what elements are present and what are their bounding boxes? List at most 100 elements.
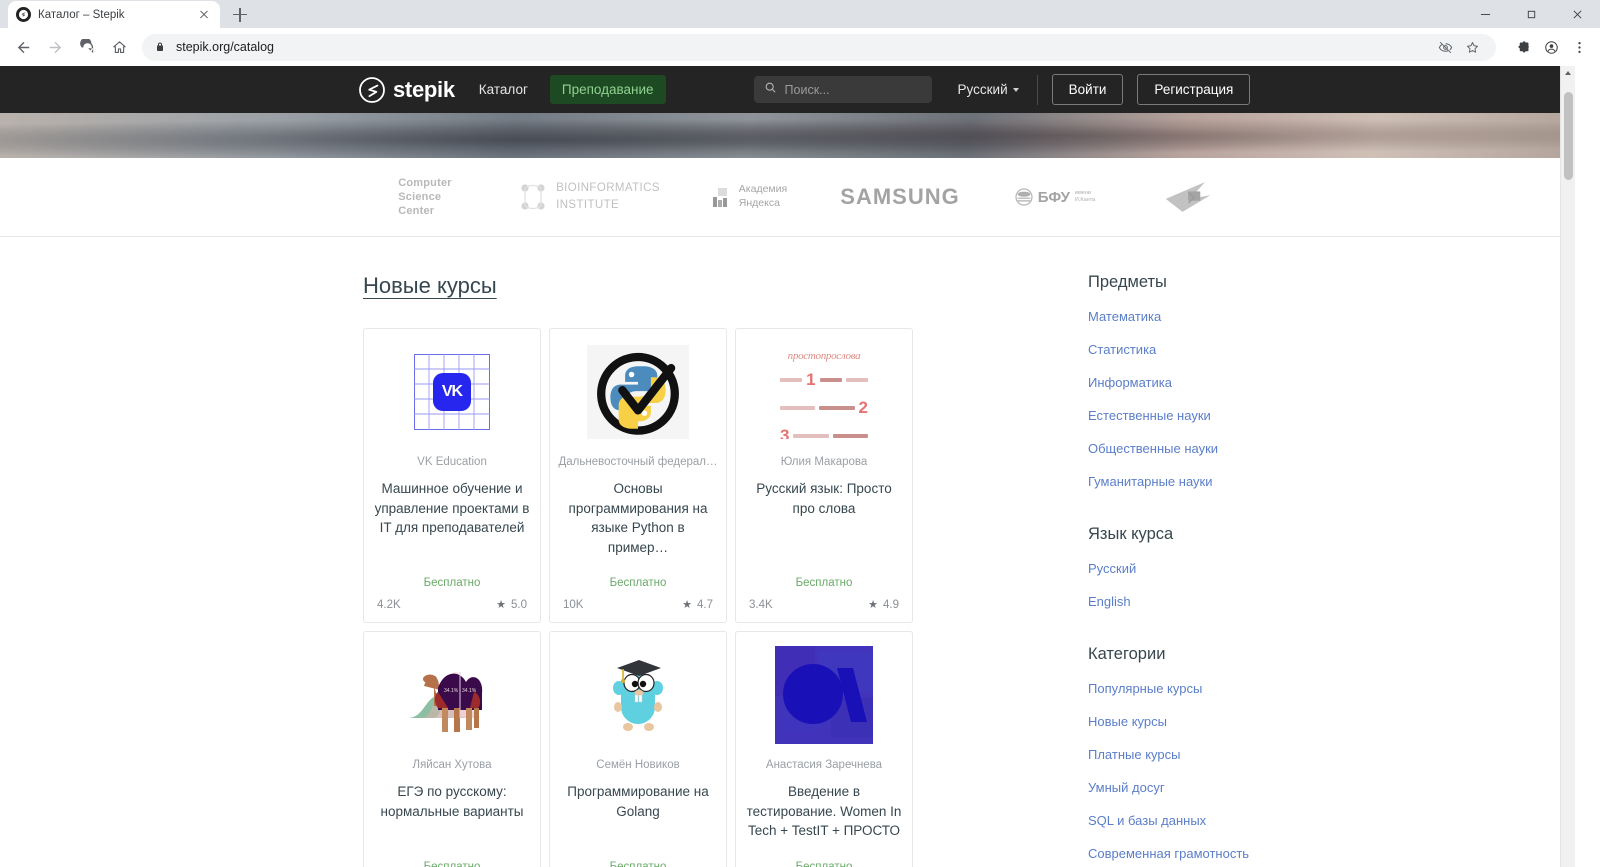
course-author: Анастасия Заречнева (765, 759, 883, 772)
qa-testing-thumbnail (775, 646, 873, 745)
sidebar-item-smart-leisure[interactable]: Умный досуг (1088, 780, 1378, 795)
course-learners: 3.4K (749, 598, 773, 611)
csc-line-2: Science (398, 190, 442, 203)
course-card[interactable]: Семён Новиков Программирование на Golang… (549, 631, 727, 867)
page-content: Новые курсы VK VK Education Машинное обу… (0, 237, 1560, 867)
course-card[interactable]: Дальневосточный федерал… Основы программ… (549, 328, 727, 624)
maximize-icon[interactable] (1508, 0, 1554, 28)
nav-teaching-button[interactable]: Преподавание (549, 75, 666, 104)
prostoproslova-thumbnail: простопрослова 1 2 3 (776, 345, 872, 439)
course-rating: ★ 5.0 (496, 598, 527, 612)
minimize-icon[interactable] (1462, 0, 1508, 28)
partner-next-arrow-icon[interactable] (1180, 186, 1202, 208)
sidebar-item-statistics[interactable]: Статистика (1088, 342, 1378, 357)
course-price: Бесплатно (609, 860, 667, 867)
page-viewport: stepik Каталог Преподавание Поиск... Рус… (0, 66, 1600, 867)
course-thumbnail: VK (374, 341, 530, 443)
language-label: Русский (957, 82, 1008, 97)
page-scrollbar[interactable] (1560, 66, 1575, 867)
address-bar-url: stepik.org/catalog (176, 40, 274, 54)
eye-slash-icon[interactable] (1438, 40, 1453, 55)
sidebar-item-informatics[interactable]: Информатика (1088, 375, 1378, 390)
browser-window: Каталог – Stepik stepik.org/catalog step… (0, 0, 1600, 867)
new-tab-button[interactable] (226, 0, 254, 28)
course-rating-value: 4.7 (697, 598, 713, 611)
partner-logo-samsung[interactable]: SAMSUNG (825, 184, 975, 210)
bfu-sub-2: И.Канта (1074, 197, 1096, 203)
sidebar-item-new-courses[interactable]: Новые курсы (1088, 714, 1378, 729)
course-card[interactable]: VK VK Education Машинное обучение и упра… (363, 328, 541, 624)
course-title: Программирование на Golang (567, 784, 709, 819)
tab-close-icon[interactable] (196, 7, 212, 23)
bfu-wordmark: БФУ (1037, 188, 1070, 206)
sidebar-heading-language: Язык курса (1088, 525, 1174, 543)
camel-distribution-thumbnail: 34.1% 34.1% (404, 652, 500, 738)
sidebar-item-lang-russian[interactable]: Русский (1088, 561, 1378, 576)
browser-tab[interactable]: Каталог – Stepik (8, 1, 220, 28)
sidebar-item-social-sciences[interactable]: Общественные науки (1088, 441, 1378, 456)
samsung-wordmark: SAMSUNG (840, 184, 960, 209)
sidebar-item-popular-courses[interactable]: Популярные курсы (1088, 681, 1378, 696)
bfu-emblem-icon (1015, 188, 1033, 206)
stepik-favicon-icon (16, 7, 31, 22)
sidebar-item-natural-sciences[interactable]: Естественные науки (1088, 408, 1378, 423)
partner-logo-csc[interactable]: Computer Science Center (345, 176, 505, 218)
close-icon[interactable] (1554, 0, 1600, 28)
sidebar-item-modern-literacy[interactable]: Современная грамотность (1088, 846, 1378, 861)
prostoproslova-script-text: простопрослова (787, 350, 861, 362)
scroll-up-arrow-icon[interactable] (1561, 66, 1575, 80)
bioinf-line-1: BIOINFORMATICS (556, 181, 660, 194)
chevron-down-icon (1012, 87, 1019, 92)
csc-line-3: Center (398, 205, 435, 218)
back-arrow-icon[interactable] (8, 32, 38, 62)
address-bar[interactable]: stepik.org/catalog (142, 33, 1496, 61)
sidebar-item-sql-databases[interactable]: SQL и базы данных (1088, 813, 1378, 828)
sidebar-heading-categories: Категории (1088, 645, 1166, 663)
page-title[interactable]: Новые курсы (363, 273, 497, 299)
yandex-line-2: Яндекса (738, 197, 780, 209)
stepik-logo[interactable]: stepik (359, 77, 455, 103)
course-price: Бесплатно (609, 577, 667, 590)
sidebar-item-humanities[interactable]: Гуманитарные науки (1088, 474, 1378, 489)
course-stats: 10K ★ 4.7 (550, 589, 726, 622)
course-price: Бесплатно (423, 860, 481, 867)
course-price: Бесплатно (423, 577, 481, 590)
bookmark-star-icon[interactable] (1465, 40, 1480, 55)
sidebar-item-math[interactable]: Математика (1088, 309, 1378, 324)
golang-gopher-thumbnail (599, 648, 677, 742)
forward-arrow-icon[interactable] (40, 32, 70, 62)
course-card[interactable]: простопрослова 1 2 3 Юлия Макарова Русск… (735, 328, 913, 624)
course-card[interactable]: Анастасия Заречнева Введение в тестирова… (735, 631, 913, 867)
star-icon: ★ (868, 599, 878, 612)
course-title: ЕГЭ по русскому: нормальные варианты (380, 784, 524, 819)
partner-logo-bioinformatics[interactable]: BIOINFORMATICS INSTITUTE (505, 180, 675, 215)
filters-sidebar: Предметы Математика Статистика Информати… (1088, 273, 1378, 867)
course-thumbnail: 34.1% 34.1% (374, 644, 530, 746)
window-controls (1462, 0, 1600, 28)
search-icon (764, 81, 777, 99)
sidebar-item-lang-english[interactable]: English (1088, 594, 1378, 609)
site-header: stepik Каталог Преподавание Поиск... Рус… (0, 66, 1560, 113)
home-icon[interactable] (104, 32, 134, 62)
register-button[interactable]: Регистрация (1137, 74, 1251, 105)
course-rating: ★ 4.7 (682, 598, 713, 612)
bfu-sub-1: имени (1074, 190, 1091, 197)
course-author: Ляйсан Хутова (412, 759, 492, 772)
course-card[interactable]: 34.1% 34.1% Ляйсан Хутова ЕГЭ по русском… (363, 631, 541, 867)
login-button[interactable]: Войти (1051, 74, 1124, 105)
partner-logos-row: Computer Science Center BIOINFORMATICS I… (0, 158, 1560, 237)
partner-logo-yandex-academy[interactable]: Академия Яндекса (675, 183, 825, 210)
nav-catalog-link[interactable]: Каталог (479, 82, 528, 97)
extensions-puzzle-icon[interactable] (1510, 34, 1536, 60)
menu-kebab-icon[interactable] (1566, 34, 1592, 60)
search-input[interactable]: Поиск... (753, 76, 932, 103)
course-thumbnail: простопрослова 1 2 3 (746, 341, 902, 443)
scrollbar-thumb[interactable] (1563, 92, 1573, 180)
profile-avatar-icon[interactable] (1538, 34, 1564, 60)
sidebar-item-paid-courses[interactable]: Платные курсы (1088, 747, 1378, 762)
reload-icon[interactable] (72, 32, 102, 62)
partner-logo-bfu[interactable]: БФУ имени И.Канта (975, 188, 1135, 206)
star-icon: ★ (496, 599, 506, 612)
bioinf-line-2: INSTITUTE (556, 199, 620, 211)
language-selector[interactable]: Русский (958, 82, 1019, 97)
